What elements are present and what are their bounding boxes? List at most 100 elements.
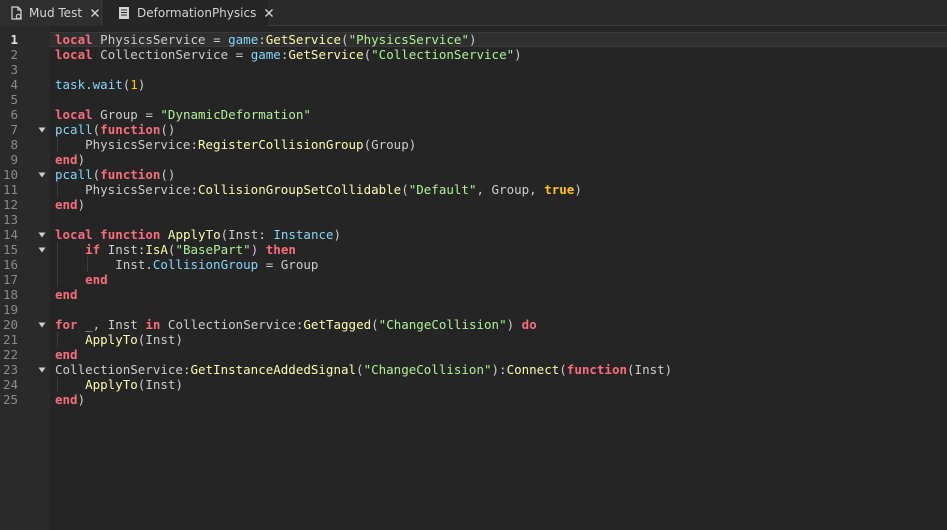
code-token: function — [100, 122, 161, 137]
code-token: ) — [137, 77, 146, 92]
code-token: ) — [514, 47, 522, 62]
fold-chevron-down-icon[interactable] — [38, 171, 46, 179]
code-line[interactable]: 15 if Inst:IsA("BasePart") then — [0, 242, 947, 257]
code-token: Group — [280, 257, 319, 272]
line-number: 4 — [10, 77, 18, 92]
code-text: end — [55, 287, 78, 302]
code-token: ( — [627, 362, 635, 377]
code-line[interactable]: 17 end — [0, 272, 947, 287]
code-line[interactable]: 13 — [0, 212, 947, 227]
line-number: 18 — [2, 287, 18, 302]
code-line[interactable]: 22 end — [0, 347, 947, 362]
tab-deformation-physics[interactable]: DeformationPhysics — [103, 0, 274, 26]
code-line[interactable]: 8 PhysicsService:RegisterCollisionGroup(… — [0, 137, 947, 152]
code-line[interactable]: 5 — [0, 92, 947, 107]
code-line[interactable]: 25 end) — [0, 392, 947, 407]
code-token: function — [566, 362, 628, 377]
code-token: game — [250, 47, 281, 62]
code-line[interactable]: 4 task.wait(1) — [0, 77, 947, 92]
line-number: 17 — [2, 272, 18, 287]
code-token: ( — [356, 362, 364, 377]
tab-mud-test[interactable]: Mud Test — [0, 0, 102, 26]
code-token: = — [145, 107, 161, 122]
line-number: 12 — [2, 197, 18, 212]
code-token: : — [190, 182, 198, 197]
code-token: , — [529, 182, 545, 197]
code-line[interactable]: 19 — [0, 302, 947, 317]
code-text: for _, Inst in CollectionService:GetTagg… — [55, 317, 537, 332]
code-token: true — [544, 182, 575, 197]
line-number: 14 — [2, 227, 18, 242]
code-line[interactable]: 24 ApplyTo(Inst) — [0, 377, 947, 392]
code-token: . — [145, 257, 153, 272]
code-line[interactable]: 11 PhysicsService:CollisionGroupSetColli… — [0, 182, 947, 197]
code-token: for — [55, 317, 78, 332]
code-token: Group — [491, 182, 530, 197]
line-number: 6 — [10, 107, 18, 122]
code-token: ): — [491, 362, 507, 377]
fold-chevron-down-icon[interactable] — [38, 366, 46, 374]
code-line[interactable]: 12 end) — [0, 197, 947, 212]
code-line[interactable]: 9 end) — [0, 152, 947, 167]
code-line[interactable]: 10 pcall(function() — [0, 167, 947, 182]
code-text: PhysicsService:CollisionGroupSetCollidab… — [55, 182, 582, 197]
code-token: local — [55, 47, 93, 62]
code-line[interactable]: 3 — [0, 62, 947, 77]
tab-label: Mud Test — [29, 6, 83, 20]
code-token: function — [100, 167, 161, 182]
code-token: "ChangeCollision" — [363, 362, 492, 377]
fold-chevron-down-icon[interactable] — [38, 246, 46, 254]
fold-chevron-down-icon[interactable] — [38, 321, 46, 329]
code-token: Inst — [228, 227, 259, 242]
code-token: ( — [401, 182, 409, 197]
tab-label: DeformationPhysics — [137, 6, 257, 20]
code-token: : — [258, 227, 274, 242]
indent-guide — [57, 137, 58, 152]
close-icon[interactable] — [89, 7, 101, 19]
code-token: "ChangeCollision" — [378, 317, 507, 332]
code-token: end — [85, 272, 108, 287]
code-line[interactable]: 6 local Group = "DynamicDeformation" — [0, 107, 947, 122]
line-number: 20 — [2, 317, 18, 332]
code-token: ) — [77, 392, 86, 407]
code-token: 1 — [130, 77, 138, 92]
code-token: Inst — [107, 317, 146, 332]
code-token: GetTagged — [303, 317, 372, 332]
fold-chevron-down-icon[interactable] — [38, 126, 46, 134]
code-line[interactable]: 20 for _, Inst in CollectionService:GetTa… — [0, 317, 947, 332]
code-line[interactable]: 2 local CollectionService = game:GetServi… — [0, 47, 947, 62]
line-number: 23 — [2, 362, 18, 377]
code-line[interactable]: 16 Inst.CollisionGroup = Group — [0, 257, 947, 272]
code-text: local PhysicsService = game:GetService("… — [55, 32, 477, 47]
code-text: task.wait(1) — [55, 77, 145, 92]
code-text: local CollectionService = game:GetServic… — [55, 47, 522, 62]
code-token: , — [92, 317, 108, 332]
code-token: ( — [559, 362, 567, 377]
code-line[interactable]: 7 pcall(function() — [0, 122, 947, 137]
close-icon[interactable] — [263, 7, 275, 19]
code-token: ) — [77, 152, 86, 167]
code-token: ( — [220, 227, 229, 242]
code-token: RegisterCollisionGroup — [198, 137, 364, 152]
code-token: GetService — [288, 47, 364, 62]
line-number: 5 — [10, 92, 18, 107]
code-text: end) — [55, 152, 85, 167]
code-line[interactable]: 21 ApplyTo(Inst) — [0, 332, 947, 347]
code-token: ApplyTo — [167, 227, 221, 242]
code-line[interactable]: 14 local function ApplyTo(Inst: Instance) — [0, 227, 947, 242]
code-line[interactable]: 1 local PhysicsService = game:GetService(… — [0, 32, 947, 47]
code-line[interactable]: 18 end — [0, 287, 947, 302]
line-number: 2 — [10, 47, 18, 62]
code-token: () — [160, 122, 176, 137]
indent-guide — [57, 182, 58, 197]
code-token: if — [85, 242, 101, 257]
code-token: "PhysicsService" — [348, 32, 469, 47]
code-token: ( — [341, 32, 349, 47]
code-line[interactable]: 23 CollectionService:GetInstanceAddedSign… — [0, 362, 947, 377]
code-text: Inst.CollisionGroup = Group — [55, 257, 318, 272]
code-text: PhysicsService:RegisterCollisionGroup(Gr… — [55, 137, 416, 152]
fold-chevron-down-icon[interactable] — [38, 231, 46, 239]
